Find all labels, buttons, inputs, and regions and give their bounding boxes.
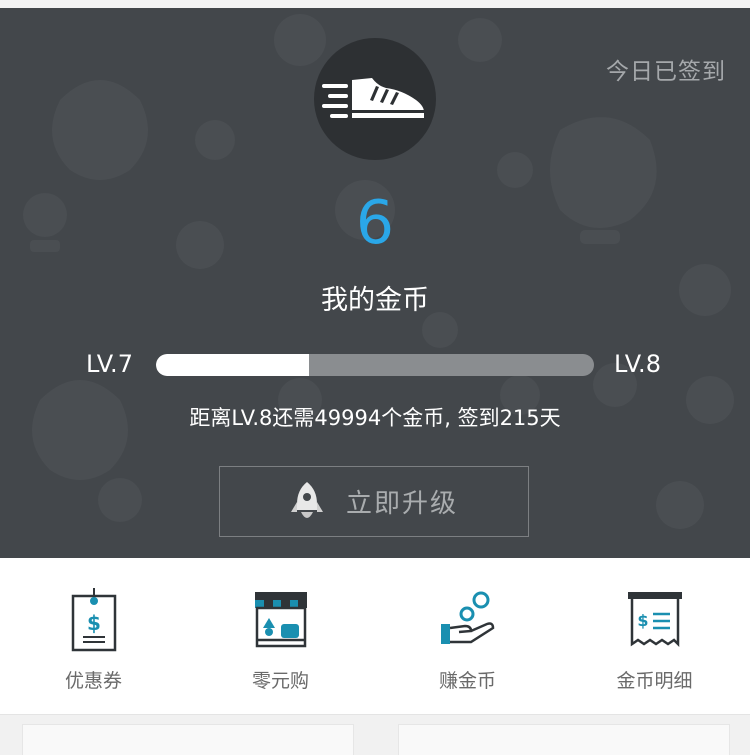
svg-text:$: $ (637, 611, 648, 630)
coin-count: 6 (355, 188, 395, 258)
bottom-card-right[interactable] (398, 724, 730, 755)
next-level: LV.8 (614, 350, 661, 378)
receipt-icon: $ (627, 592, 682, 648)
coupon-icon: $ (71, 588, 116, 652)
menu-item-zero-purchase[interactable]: 零元购 (187, 558, 374, 714)
menu-label-coupon: 优惠券 (64, 670, 122, 692)
rocket-icon (290, 481, 323, 518)
upgrade-button-label: 立即升级 (345, 489, 458, 519)
coin-title: 我的金币 (321, 285, 429, 316)
level-progress-fill (156, 354, 310, 376)
svg-text:$: $ (87, 611, 101, 635)
feature-menu: $ 优惠券 零元购 赚金币 $ 金币明细 (0, 558, 750, 715)
signed-in-today-status: 今日已签到 (606, 59, 726, 85)
sneaker-icon (322, 78, 424, 118)
menu-item-coupon[interactable]: $ 优惠券 (0, 558, 187, 714)
current-level: LV.7 (86, 350, 133, 378)
upgrade-button[interactable]: 立即升级 (219, 466, 529, 537)
menu-label-earn-coins: 赚金币 (438, 670, 496, 692)
bottom-card-left[interactable] (22, 724, 354, 755)
menu-label-coin-details: 金币明细 (616, 670, 693, 692)
level-progress-bar (156, 354, 594, 376)
coin-header-panel: 今日已签到 6 我的金币 LV.7 LV.8 距离LV.8还需49994个金币,… (0, 0, 750, 558)
menu-item-coin-details[interactable]: $ 金币明细 (561, 558, 748, 714)
level-progress-note: 距离LV.8还需49994个金币, 签到215天 (189, 406, 561, 430)
storefront-icon (254, 592, 307, 648)
avatar-circle (314, 38, 436, 160)
hand-coins-icon (440, 591, 494, 644)
menu-item-earn-coins[interactable]: 赚金币 (374, 558, 561, 714)
menu-label-zero-purchase: 零元购 (251, 670, 309, 692)
